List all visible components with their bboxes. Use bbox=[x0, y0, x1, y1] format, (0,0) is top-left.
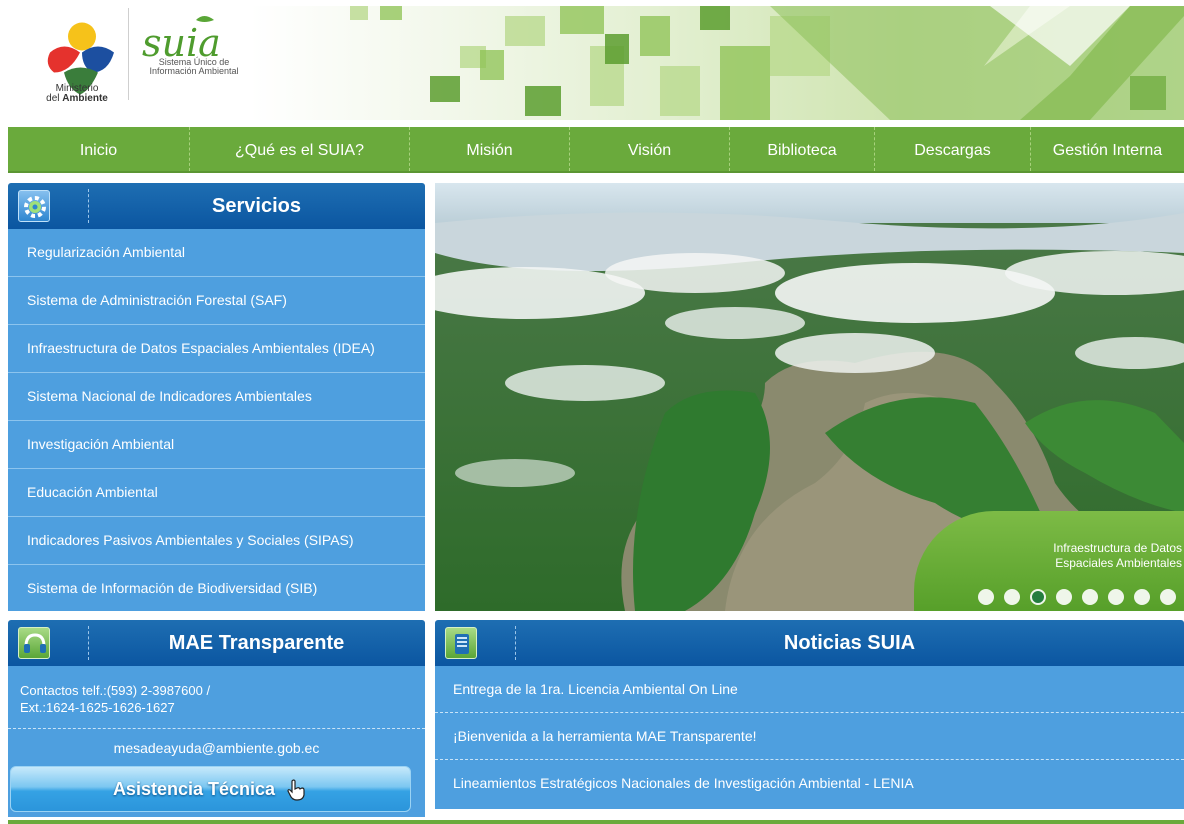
hand-pointer-icon bbox=[287, 779, 305, 801]
service-item-sib[interactable]: Sistema de Información de Biodiversidad … bbox=[8, 565, 425, 611]
news-title: Noticias SUIA bbox=[783, 632, 916, 654]
service-item-educacion[interactable]: Educación Ambiental bbox=[8, 469, 425, 517]
main-nav: Inicio ¿Qué es el SUIA? Misión Visión Bi… bbox=[8, 127, 1184, 173]
news-item-lenia[interactable]: Lineamientos Estratégicos Nacionales de … bbox=[435, 760, 1184, 807]
mae-header: MAE Transparente bbox=[8, 620, 425, 666]
nav-item-que-es-suia[interactable]: ¿Qué es el SUIA? bbox=[190, 127, 410, 171]
slider-dot[interactable] bbox=[1030, 589, 1046, 605]
service-item-sipas[interactable]: Indicadores Pasivos Ambientales y Social… bbox=[8, 517, 425, 565]
news-item-licencia[interactable]: Entrega de la 1ra. Licencia Ambiental On… bbox=[435, 666, 1184, 713]
ministry-line2: del Ambiente bbox=[34, 94, 120, 104]
mae-icon-box bbox=[18, 627, 50, 659]
header-banner bbox=[250, 6, 1184, 120]
service-item-saf[interactable]: Sistema de Administración Forestal (SAF) bbox=[8, 277, 425, 325]
slider-dot[interactable] bbox=[1004, 589, 1020, 605]
mae-contact: Contactos telf.:(593) 2-3987600 / Ext.:1… bbox=[20, 682, 210, 716]
slider-dot[interactable] bbox=[1134, 589, 1150, 605]
mae-divider bbox=[8, 728, 425, 729]
ministerio-logo-text: Ministerio del Ambiente bbox=[34, 84, 120, 104]
slider-dot[interactable] bbox=[1108, 589, 1124, 605]
nav-item-descargas[interactable]: Descargas bbox=[875, 127, 1031, 171]
mae-contact-line1: Contactos telf.:(593) 2-3987600 / bbox=[20, 683, 211, 698]
slider-dots bbox=[978, 589, 1176, 605]
document-icon bbox=[455, 634, 469, 654]
slider-caption-line2: Espaciales Ambientales bbox=[1055, 556, 1182, 570]
service-item-regularizacion[interactable]: Regularización Ambiental bbox=[8, 229, 425, 277]
nav-item-mision[interactable]: Misión bbox=[410, 127, 570, 171]
slider-caption[interactable]: Infraestructura de Datos Espaciales Ambi… bbox=[1022, 541, 1182, 571]
mae-contact-line2: Ext.:1624-1625-1626-1627 bbox=[20, 700, 175, 715]
asistencia-tecnica-button[interactable]: Asistencia Técnica bbox=[10, 766, 411, 812]
news-header: Noticias SUIA bbox=[435, 620, 1184, 666]
slider-dot[interactable] bbox=[1160, 589, 1176, 605]
nav-item-vision[interactable]: Visión bbox=[570, 127, 730, 171]
mae-body: Contactos telf.:(593) 2-3987600 / Ext.:1… bbox=[8, 666, 425, 817]
slider-dot[interactable] bbox=[1056, 589, 1072, 605]
nav-item-biblioteca[interactable]: Biblioteca bbox=[730, 127, 875, 171]
services-icon-box bbox=[18, 190, 50, 222]
service-item-idea[interactable]: Infraestructura de Datos Espaciales Ambi… bbox=[8, 325, 425, 373]
asistencia-tecnica-label: Asistencia Técnica bbox=[112, 779, 276, 799]
mae-title: MAE Transparente bbox=[168, 632, 345, 654]
suia-subtitle: Sistema Único de Información Ambiental bbox=[140, 58, 248, 76]
news-item-mae-transparente[interactable]: ¡Bienvenida a la herramienta MAE Transpa… bbox=[435, 713, 1184, 760]
footer-line bbox=[8, 820, 1184, 824]
services-title: Servicios bbox=[212, 195, 301, 217]
news-icon-box bbox=[445, 627, 477, 659]
slider-dot[interactable] bbox=[978, 589, 994, 605]
service-item-investigacion[interactable]: Investigación Ambiental bbox=[8, 421, 425, 469]
nav-item-gestion-interna[interactable]: Gestión Interna bbox=[1031, 127, 1184, 171]
service-item-indicadores[interactable]: Sistema Nacional de Indicadores Ambienta… bbox=[8, 373, 425, 421]
ministry-line2-bold: Ambiente bbox=[62, 93, 108, 104]
logo-divider bbox=[128, 8, 129, 100]
news-list: Entrega de la 1ra. Licencia Ambiental On… bbox=[435, 666, 1184, 809]
nav-item-inicio[interactable]: Inicio bbox=[8, 127, 190, 171]
slider-caption-line1: Infraestructura de Datos bbox=[1053, 541, 1182, 555]
image-slider[interactable]: Infraestructura de Datos Espaciales Ambi… bbox=[435, 183, 1184, 611]
slider-dot[interactable] bbox=[1082, 589, 1098, 605]
headset-icon bbox=[24, 633, 46, 653]
site-header: Ministerio del Ambiente suia Sistema Úni… bbox=[0, 0, 1184, 124]
services-header: Servicios bbox=[8, 183, 425, 229]
ministry-line2-prefix: del bbox=[46, 93, 60, 104]
gear-icon bbox=[24, 196, 46, 218]
services-list: Regularización Ambiental Sistema de Admi… bbox=[8, 229, 425, 611]
suia-subtitle-line2: Información Ambiental bbox=[149, 66, 239, 76]
mae-email-link[interactable]: mesadeayuda@ambiente.gob.ec bbox=[8, 740, 425, 756]
